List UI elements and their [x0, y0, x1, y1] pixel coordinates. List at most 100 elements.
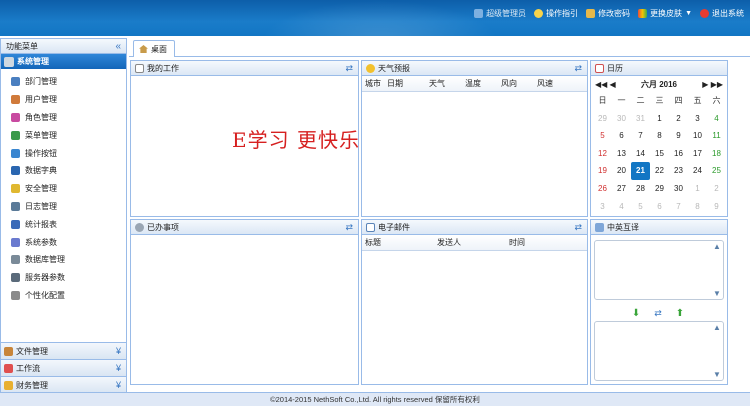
calendar-day[interactable]: 29	[593, 110, 612, 128]
calendar-weekday: 三	[655, 96, 664, 105]
calendar-day[interactable]: 27	[612, 180, 631, 198]
calendar-day[interactable]: 31	[631, 110, 650, 128]
calendar-day[interactable]: 2	[707, 180, 726, 198]
next-year-icon[interactable]: ▶▶	[711, 80, 723, 89]
sidebar-item[interactable]: 角色管理	[1, 109, 126, 127]
col-subject: 标题	[365, 238, 381, 247]
tab-desktop[interactable]: 桌面	[133, 40, 175, 57]
sidebar-item[interactable]: 服务器参数	[1, 269, 126, 287]
sidebar-item-label: 部门管理	[25, 77, 57, 87]
calendar-day[interactable]: 2	[669, 110, 688, 128]
calendar-day[interactable]: 30	[612, 110, 631, 128]
sidebar-item[interactable]: 个性化配置	[1, 287, 126, 305]
footer: ©2014-2015 NethSoft Co.,Ltd. All rights …	[0, 392, 750, 406]
sidebar-item-label: 个性化配置	[25, 290, 65, 300]
scroll-up-icon[interactable]: ▲	[713, 323, 721, 332]
group-system-management[interactable]: 系统管理	[1, 54, 126, 69]
calendar-day[interactable]: 13	[612, 145, 631, 163]
calendar-day[interactable]: 20	[612, 162, 631, 180]
change-password-link[interactable]: 修改密码	[586, 8, 630, 19]
palette-icon	[638, 9, 648, 18]
calendar-day[interactable]: 14	[631, 145, 650, 163]
calendar-day[interactable]: 1	[650, 110, 669, 128]
calendar-icon	[595, 63, 604, 73]
current-user[interactable]: 超级管理员	[474, 8, 526, 19]
scrollbar[interactable]: ▲ ▼	[712, 242, 722, 298]
calendar-day[interactable]: 6	[650, 198, 669, 216]
slogan-text: E学习 更快乐	[232, 128, 360, 152]
prev-year-icon[interactable]: ◀◀	[595, 80, 607, 89]
scroll-down-icon[interactable]: ▼	[713, 370, 721, 379]
calendar-day[interactable]: 1	[688, 180, 707, 198]
arrow-down-icon[interactable]: ⬇	[632, 308, 640, 319]
calendar-day[interactable]: 24	[688, 162, 707, 180]
calendar-day[interactable]: 11	[707, 127, 726, 145]
calendar-day[interactable]: 26	[593, 180, 612, 198]
calendar-day[interactable]: 6	[612, 127, 631, 145]
scrollbar[interactable]: ▲ ▼	[712, 323, 722, 379]
calendar-day[interactable]: 25	[707, 162, 726, 180]
calendar-grid: 日一二三四五六 29 30 31 1 2 3 4 5 6 7 8 9 10 11 12 13 14 15 16 17 18…	[591, 92, 727, 215]
change-skin-dropdown[interactable]: 更换皮肤 ▼	[638, 8, 692, 19]
translate-source-input[interactable]: ▲ ▼	[594, 240, 724, 300]
calendar-day[interactable]: 18	[707, 145, 726, 163]
translate-result-output[interactable]: ▲ ▼	[594, 321, 724, 381]
swap-icon[interactable]: ⇄	[654, 308, 662, 319]
calendar-day[interactable]: 3	[688, 110, 707, 128]
prev-month-icon[interactable]: ◀	[610, 80, 616, 89]
sidebar-item[interactable]: 部门管理	[1, 73, 126, 91]
calendar-day[interactable]: 21	[631, 162, 650, 180]
department-icon	[11, 77, 20, 87]
sidebar-item[interactable]: 菜单管理	[1, 126, 126, 144]
calendar-day[interactable]: 3	[593, 198, 612, 216]
group-file-management[interactable]: 文件管理 ¥	[1, 342, 126, 359]
scroll-up-icon[interactable]: ▲	[713, 242, 721, 251]
group-workflow[interactable]: 工作流 ¥	[1, 359, 126, 376]
calendar-day[interactable]: 17	[688, 145, 707, 163]
calendar-day[interactable]: 10	[688, 127, 707, 145]
sidebar-item[interactable]: 用户管理	[1, 91, 126, 109]
calendar-day[interactable]: 4	[612, 198, 631, 216]
change-password-label: 修改密码	[598, 9, 631, 18]
calendar-day[interactable]: 9	[669, 127, 688, 145]
sidebar-item[interactable]: 数据字典	[1, 162, 126, 180]
calendar-day[interactable]: 22	[650, 162, 669, 180]
double-chevron-left-icon[interactable]: «	[115, 41, 121, 52]
calendar-day[interactable]: 8	[688, 198, 707, 216]
calendar-day[interactable]: 9	[707, 198, 726, 216]
sidebar-item[interactable]: 安全管理	[1, 180, 126, 198]
sidebar-item[interactable]: 数据库管理	[1, 251, 126, 269]
refresh-icon[interactable]: ⇄	[574, 63, 582, 74]
calendar-day[interactable]: 28	[631, 180, 650, 198]
sidebar-item[interactable]: 操作按钮	[1, 144, 126, 162]
calendar-day[interactable]: 7	[669, 198, 688, 216]
calendar-month-label: 六月 2016	[640, 79, 678, 89]
refresh-icon[interactable]: ⇄	[345, 222, 353, 233]
refresh-icon[interactable]: ⇄	[345, 63, 353, 74]
group-finance[interactable]: 财务管理 ¥	[1, 376, 126, 393]
refresh-icon[interactable]: ⇄	[574, 222, 582, 233]
arrow-up-icon[interactable]: ⬆	[676, 308, 684, 319]
sidebar-item[interactable]: 统计报表	[1, 215, 126, 233]
calendar-day[interactable]: 16	[669, 145, 688, 163]
calendar-day[interactable]: 19	[593, 162, 612, 180]
calendar-day[interactable]: 30	[669, 180, 688, 198]
calendar-day[interactable]: 29	[650, 180, 669, 198]
calendar-day[interactable]: 23	[669, 162, 688, 180]
sidebar-item[interactable]: 系统参数	[1, 233, 126, 251]
calendar-day[interactable]: 12	[593, 145, 612, 163]
guide-link[interactable]: 操作指引	[534, 8, 578, 19]
next-month-icon[interactable]: ▶	[702, 80, 708, 89]
calendar-day[interactable]: 8	[650, 127, 669, 145]
calendar-day[interactable]: 4	[707, 110, 726, 128]
col-wind-speed: 风速	[537, 79, 553, 88]
guide-label: 操作指引	[546, 9, 579, 18]
scroll-down-icon[interactable]: ▼	[713, 289, 721, 298]
calendar-day[interactable]: 7	[631, 127, 650, 145]
system-menu: 部门管理用户管理 角色管理 菜单管理 操作按钮 数据字典 安全管理 日志管理 统计报表 系统参数…	[1, 69, 126, 304]
logout-link[interactable]: 退出系统	[700, 8, 744, 19]
calendar-day[interactable]: 15	[650, 145, 669, 163]
calendar-day[interactable]: 5	[593, 127, 612, 145]
calendar-day[interactable]: 5	[631, 198, 650, 216]
sidebar-item[interactable]: 日志管理	[1, 198, 126, 216]
